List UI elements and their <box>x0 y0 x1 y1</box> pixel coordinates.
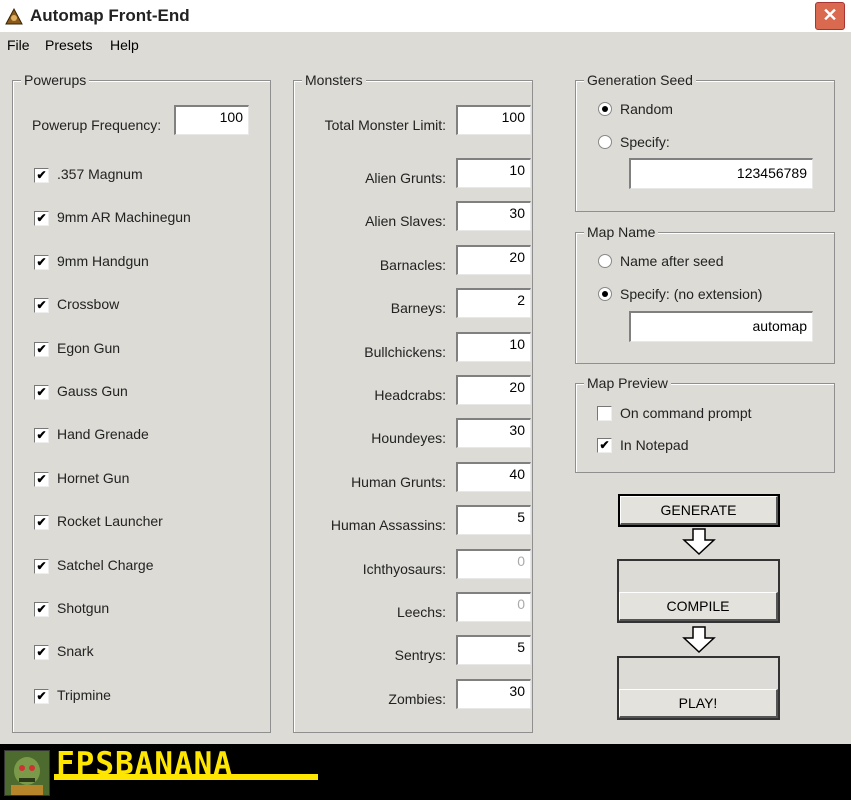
powerup-label: 9mm AR Machinegun <box>57 209 191 226</box>
powerup-checkbox[interactable]: ✔ <box>34 558 49 574</box>
down-arrow-icon <box>682 528 716 556</box>
monster-count-input[interactable]: 20 <box>456 244 531 275</box>
map-name-specify-radio[interactable] <box>598 287 612 301</box>
powerup-checkbox[interactable]: ✔ <box>34 471 49 487</box>
map-name-input[interactable]: automap <box>629 311 813 342</box>
banana-logo-icon <box>4 750 50 796</box>
monster-label: Ichthyosaurs: <box>362 560 446 577</box>
monster-label: Barneys: <box>390 300 446 317</box>
monster-label: Human Grunts: <box>351 473 446 490</box>
app-icon <box>5 7 23 25</box>
play-button[interactable]: PLAY! <box>619 689 778 718</box>
powerup-frequency-label: Powerup Frequency: <box>32 117 162 133</box>
fpsbanana-banner: FPSBANANA <box>0 744 851 800</box>
powerup-checkbox[interactable]: ✔ <box>34 645 49 661</box>
powerup-checkbox[interactable]: ✔ <box>34 168 49 183</box>
monster-count-input[interactable]: 30 <box>456 201 531 232</box>
powerups-title: Powerups <box>21 72 90 88</box>
seed-specify-radio[interactable] <box>598 135 612 149</box>
monster-label: Houndeyes: <box>371 430 446 447</box>
powerup-label: Shotgun <box>57 600 110 616</box>
powerup-checkbox[interactable]: ✔ <box>34 515 49 531</box>
map-name-specify-label: Specify: (no extension) <box>620 286 763 302</box>
monster-count-input: 0 <box>456 592 531 622</box>
powerup-frequency-input[interactable]: 100 <box>174 105 249 135</box>
monster-label: Alien Grunts: <box>365 170 446 186</box>
monster-count-input[interactable]: 10 <box>456 331 531 362</box>
powerup-checkbox[interactable]: ✔ <box>34 688 49 704</box>
map-name-after-seed-radio[interactable] <box>598 254 612 268</box>
monster-count-input[interactable]: 2 <box>456 288 531 319</box>
monster-count-input[interactable]: 5 <box>456 635 531 666</box>
monster-count-input: 0 <box>456 548 531 579</box>
monster-label: Leechs: <box>396 604 446 620</box>
preview-notepad-label: In Notepad <box>620 437 689 453</box>
powerup-label: Rocket Launcher <box>57 513 163 530</box>
monster-label: Zombies: <box>388 690 446 707</box>
generate-button[interactable]: GENERATE <box>618 494 780 527</box>
generation-seed-title: Generation Seed <box>584 72 696 88</box>
seed-specify-label: Specify: <box>620 134 670 150</box>
monster-count-input[interactable]: 40 <box>456 461 531 492</box>
monster-count-input[interactable]: 10 <box>456 158 531 188</box>
total-monster-limit-input[interactable]: 100 <box>456 105 531 135</box>
monster-label: Human Assassins: <box>330 517 446 534</box>
seed-value-input[interactable]: 123456789 <box>629 158 813 189</box>
down-arrow-icon <box>682 626 716 654</box>
powerup-label: Satchel Charge <box>57 556 154 573</box>
monster-count-input[interactable]: 30 <box>456 418 531 449</box>
powerup-checkbox[interactable]: ✔ <box>34 385 49 400</box>
map-preview-group: Map Preview <box>575 375 835 473</box>
powerup-label: Hornet Gun <box>57 469 130 486</box>
monster-label: Bullchickens: <box>364 343 446 360</box>
powerup-checkbox[interactable]: ✔ <box>34 602 49 617</box>
map-preview-title: Map Preview <box>584 375 671 391</box>
powerup-checkbox[interactable]: ✔ <box>34 211 49 227</box>
close-button[interactable]: ✕ <box>815 2 845 30</box>
powerup-label: .357 Magnum <box>57 166 143 182</box>
total-monster-limit-label: Total Monster Limit: <box>324 117 446 133</box>
powerup-label: Hand Grenade <box>57 426 149 443</box>
powerup-checkbox[interactable]: ✔ <box>34 298 49 314</box>
monster-label: Headcrabs: <box>374 387 446 403</box>
menu-file[interactable]: File <box>7 37 30 53</box>
seed-random-radio[interactable] <box>598 102 612 116</box>
monster-label: Sentrys: <box>394 647 446 664</box>
powerup-label: Gauss Gun <box>57 383 128 399</box>
map-name-title: Map Name <box>584 224 659 240</box>
powerup-checkbox[interactable]: ✔ <box>34 341 49 357</box>
menu-bar: File Presets Help <box>0 34 851 56</box>
monster-label: Barnacles: <box>379 256 446 273</box>
seed-random-label: Random <box>620 101 673 117</box>
monster-count-input[interactable]: 5 <box>456 505 531 536</box>
fpsbanana-underline <box>54 774 318 780</box>
powerup-label: Egon Gun <box>57 339 121 356</box>
window-title: Automap Front-End <box>30 6 190 25</box>
monster-count-input[interactable]: 30 <box>456 678 531 709</box>
powerup-checkbox[interactable]: ✔ <box>34 254 49 270</box>
preview-command-prompt-checkbox[interactable] <box>597 406 612 421</box>
generation-seed-group: Generation Seed <box>575 72 835 212</box>
monsters-title: Monsters <box>302 72 366 88</box>
title-bar: Automap Front-End ✕ <box>0 0 851 32</box>
preview-command-prompt-label: On command prompt <box>620 405 752 421</box>
menu-help[interactable]: Help <box>110 37 139 53</box>
map-name-after-seed-label: Name after seed <box>620 253 724 269</box>
powerup-label: 9mm Handgun <box>57 252 149 269</box>
monster-count-input[interactable]: 20 <box>456 375 531 405</box>
powerup-label: Tripmine <box>57 686 111 703</box>
monster-label: Alien Slaves: <box>365 213 446 230</box>
powerup-checkbox[interactable]: ✔ <box>34 428 49 444</box>
menu-presets[interactable]: Presets <box>45 37 92 53</box>
preview-notepad-checkbox[interactable]: ✔ <box>597 438 612 453</box>
app-window: Automap Front-End ✕ File Presets Help Po… <box>0 0 851 744</box>
powerup-label: Snark <box>57 643 94 660</box>
powerup-label: Crossbow <box>57 296 120 313</box>
compile-button[interactable]: COMPILE <box>619 592 778 621</box>
